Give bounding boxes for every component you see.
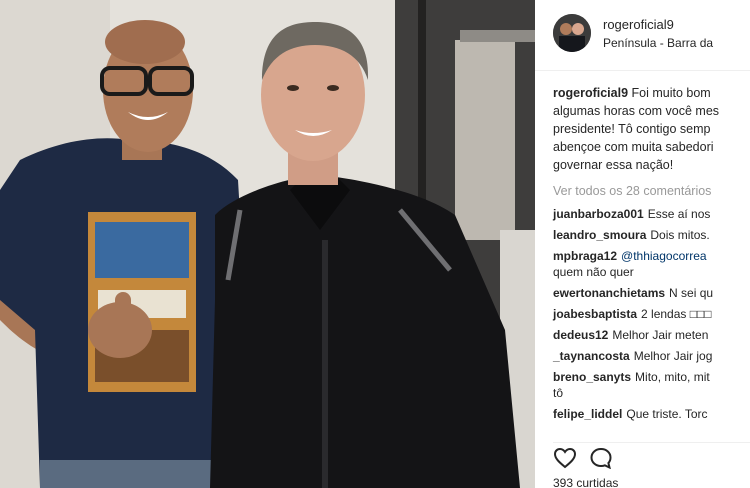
comment-text: Que triste. Torc xyxy=(626,407,708,421)
comment-item: felipe_liddel Que triste. Torc xyxy=(553,406,750,422)
comment-mention[interactable]: @thhiagocorrea xyxy=(621,249,707,263)
caption: rogeroficial9 Foi muito bom xyxy=(553,84,750,102)
post-photo[interactable] xyxy=(0,0,535,488)
post-header: rogeroficial9 Península - Barra da xyxy=(535,0,750,71)
comment-list: rogeroficial9 Foi muito bom algumas hora… xyxy=(553,84,750,427)
comment-item: _taynancosta Melhor Jair jog xyxy=(553,348,750,364)
comment-text: Melhor Jair meten xyxy=(612,328,709,342)
comment-username[interactable]: ewertonanchietams xyxy=(553,286,665,300)
comment-username[interactable]: joabesbaptista xyxy=(553,307,637,321)
comment-username[interactable]: felipe_liddel xyxy=(553,407,622,421)
comment-text: 2 lendas □□□ xyxy=(641,307,712,321)
caption-line: presidente! Tô contigo semp xyxy=(553,122,711,136)
comment-item: breno_sanyts Mito, mito, mit tô xyxy=(553,369,750,401)
comment-text: N sei qu xyxy=(669,286,714,300)
comment-item: ewertonanchietams N sei qu xyxy=(553,285,750,301)
comment-text-continued: quem não quer xyxy=(553,265,634,279)
caption-line: governar essa nação! xyxy=(553,158,674,172)
header-location[interactable]: Península - Barra da xyxy=(603,36,713,50)
comment-text: Mito, mito, mit xyxy=(635,370,710,384)
comment-icon[interactable] xyxy=(589,447,613,474)
likes-count: 393 curtidas xyxy=(553,476,619,488)
caption-username[interactable]: rogeroficial9 xyxy=(553,86,628,100)
view-all-comments-link[interactable]: Ver todos os 28 comentários xyxy=(553,184,750,198)
action-bar xyxy=(553,442,750,473)
comment-text: Esse aí nos xyxy=(647,207,711,221)
caption-line: algumas horas com você mes xyxy=(553,104,720,118)
comment-username[interactable]: breno_sanyts xyxy=(553,370,631,384)
comment-username[interactable]: mpbraga12 xyxy=(553,249,617,263)
comment-username[interactable]: dedeus12 xyxy=(553,328,608,342)
comment-item: dedeus12 Melhor Jair meten xyxy=(553,327,750,343)
comment-text: Dois mitos. xyxy=(650,228,710,242)
comment-username[interactable]: juanbarboza001 xyxy=(553,207,644,221)
comment-item: joabesbaptista 2 lendas □□□ xyxy=(553,306,750,322)
comment-item: juanbarboza001 Esse aí nos xyxy=(553,206,750,222)
heart-icon[interactable] xyxy=(553,447,577,474)
comment-text: Melhor Jair jog xyxy=(633,349,713,363)
header-username[interactable]: rogeroficial9 xyxy=(603,17,674,32)
caption-line: abençoe com muita sabedori xyxy=(553,140,714,154)
caption-line: Foi muito bom xyxy=(631,86,711,100)
comment-username[interactable]: _taynancosta xyxy=(553,349,630,363)
comment-text-continued: tô xyxy=(553,386,564,400)
comment-username[interactable]: leandro_smoura xyxy=(553,228,646,242)
comment-item: mpbraga12 @thhiagocorrea quem não quer xyxy=(553,248,750,280)
comment-item: leandro_smoura Dois mitos. xyxy=(553,227,750,243)
post-sidebar: rogeroficial9 Península - Barra da roger… xyxy=(535,0,750,488)
avatar[interactable] xyxy=(553,14,591,52)
